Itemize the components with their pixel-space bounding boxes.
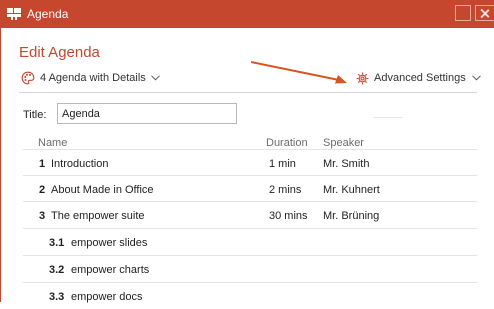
item-duration: 30 mins xyxy=(269,210,308,222)
agenda-type-label: 4 Agenda with Details xyxy=(40,72,146,84)
table-row[interactable]: 1 Introduction 1 min Mr. Smith xyxy=(23,149,477,176)
item-name: empower docs xyxy=(71,291,143,303)
title-label: Title: xyxy=(23,109,47,121)
item-number: 2 xyxy=(39,184,46,196)
item-number: 3.3 xyxy=(49,291,65,303)
table-row[interactable]: 2 About Made in Office 2 mins Mr. Kuhner… xyxy=(23,175,477,202)
window-titlebar: Agenda xyxy=(0,0,494,28)
item-name: empower slides xyxy=(71,237,148,249)
item-number: 3.1 xyxy=(49,237,65,249)
page-title: Edit Agenda xyxy=(19,44,100,61)
header-divider xyxy=(19,92,477,93)
item-number: 1 xyxy=(39,158,46,170)
column-header-speaker: Speaker xyxy=(323,137,364,149)
advanced-settings-dropdown[interactable]: Advanced Settings xyxy=(356,70,481,86)
table-row[interactable]: 3.2 empower charts xyxy=(23,255,477,282)
empower-app-icon xyxy=(7,8,21,20)
table-row[interactable]: 3 The empower suite 30 mins Mr. Brüning xyxy=(23,201,477,228)
item-speaker: Mr. Brüning xyxy=(323,210,380,222)
column-header-name: Name xyxy=(38,137,68,149)
maximize-button[interactable] xyxy=(455,5,471,21)
item-speaker: Mr. Kuhnert xyxy=(323,184,380,196)
item-name: empower charts xyxy=(71,264,150,276)
item-number: 3 xyxy=(39,210,46,222)
advanced-settings-label: Advanced Settings xyxy=(374,72,466,84)
column-header-duration: Duration xyxy=(266,137,308,149)
dialog-content: Edit Agenda 4 Agenda with Details Advanc… xyxy=(0,28,494,303)
chevron-down-icon xyxy=(150,75,160,81)
table-row[interactable]: 3.1 empower slides xyxy=(23,228,477,255)
item-name: The empower suite xyxy=(51,210,145,222)
item-speaker: Mr. Smith xyxy=(323,158,370,170)
gear-icon xyxy=(356,72,369,84)
render-artifact xyxy=(373,117,403,118)
table-row[interactable]: 3.3 empower docs xyxy=(23,282,477,309)
title-input[interactable] xyxy=(57,103,237,124)
agenda-type-dropdown[interactable]: 4 Agenda with Details xyxy=(21,70,160,86)
close-button[interactable] xyxy=(475,5,494,21)
window-title: Agenda xyxy=(27,7,69,21)
chevron-down-icon xyxy=(471,75,481,81)
item-duration: 2 mins xyxy=(269,184,302,196)
item-duration: 1 min xyxy=(269,158,296,170)
item-name: About Made in Office xyxy=(51,184,154,196)
item-name: Introduction xyxy=(51,158,109,170)
palette-icon xyxy=(21,71,35,85)
item-number: 3.2 xyxy=(49,264,65,276)
annotation-arrow xyxy=(251,61,347,84)
